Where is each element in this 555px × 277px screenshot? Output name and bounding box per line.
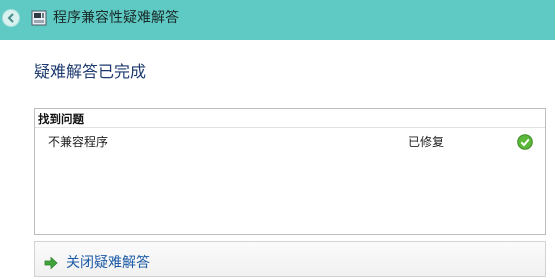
- back-arrow-icon: [7, 13, 14, 23]
- close-troubleshooter-button[interactable]: 关闭疑难解答: [34, 241, 546, 277]
- green-check-icon: [517, 134, 533, 150]
- close-troubleshooter-label: 关闭疑难解答: [66, 255, 150, 271]
- problem-name: 不兼容程序: [48, 135, 109, 149]
- green-arrow-icon: [44, 256, 58, 270]
- compatibility-troubleshooter-icon: [31, 10, 47, 26]
- results-panel: 找到问题 不兼容程序 已修复: [34, 108, 546, 235]
- page-heading: 疑难解答已完成: [34, 62, 147, 81]
- back-button[interactable]: [2, 9, 20, 27]
- title-bar: 程序兼容性疑难解答: [0, 0, 555, 40]
- results-header: 找到问题: [35, 109, 545, 128]
- problem-status: 已修复: [408, 135, 445, 149]
- problem-row: 不兼容程序 已修复: [35, 130, 545, 154]
- window-title: 程序兼容性疑难解答: [53, 10, 179, 26]
- problems-found-label: 找到问题: [38, 112, 84, 126]
